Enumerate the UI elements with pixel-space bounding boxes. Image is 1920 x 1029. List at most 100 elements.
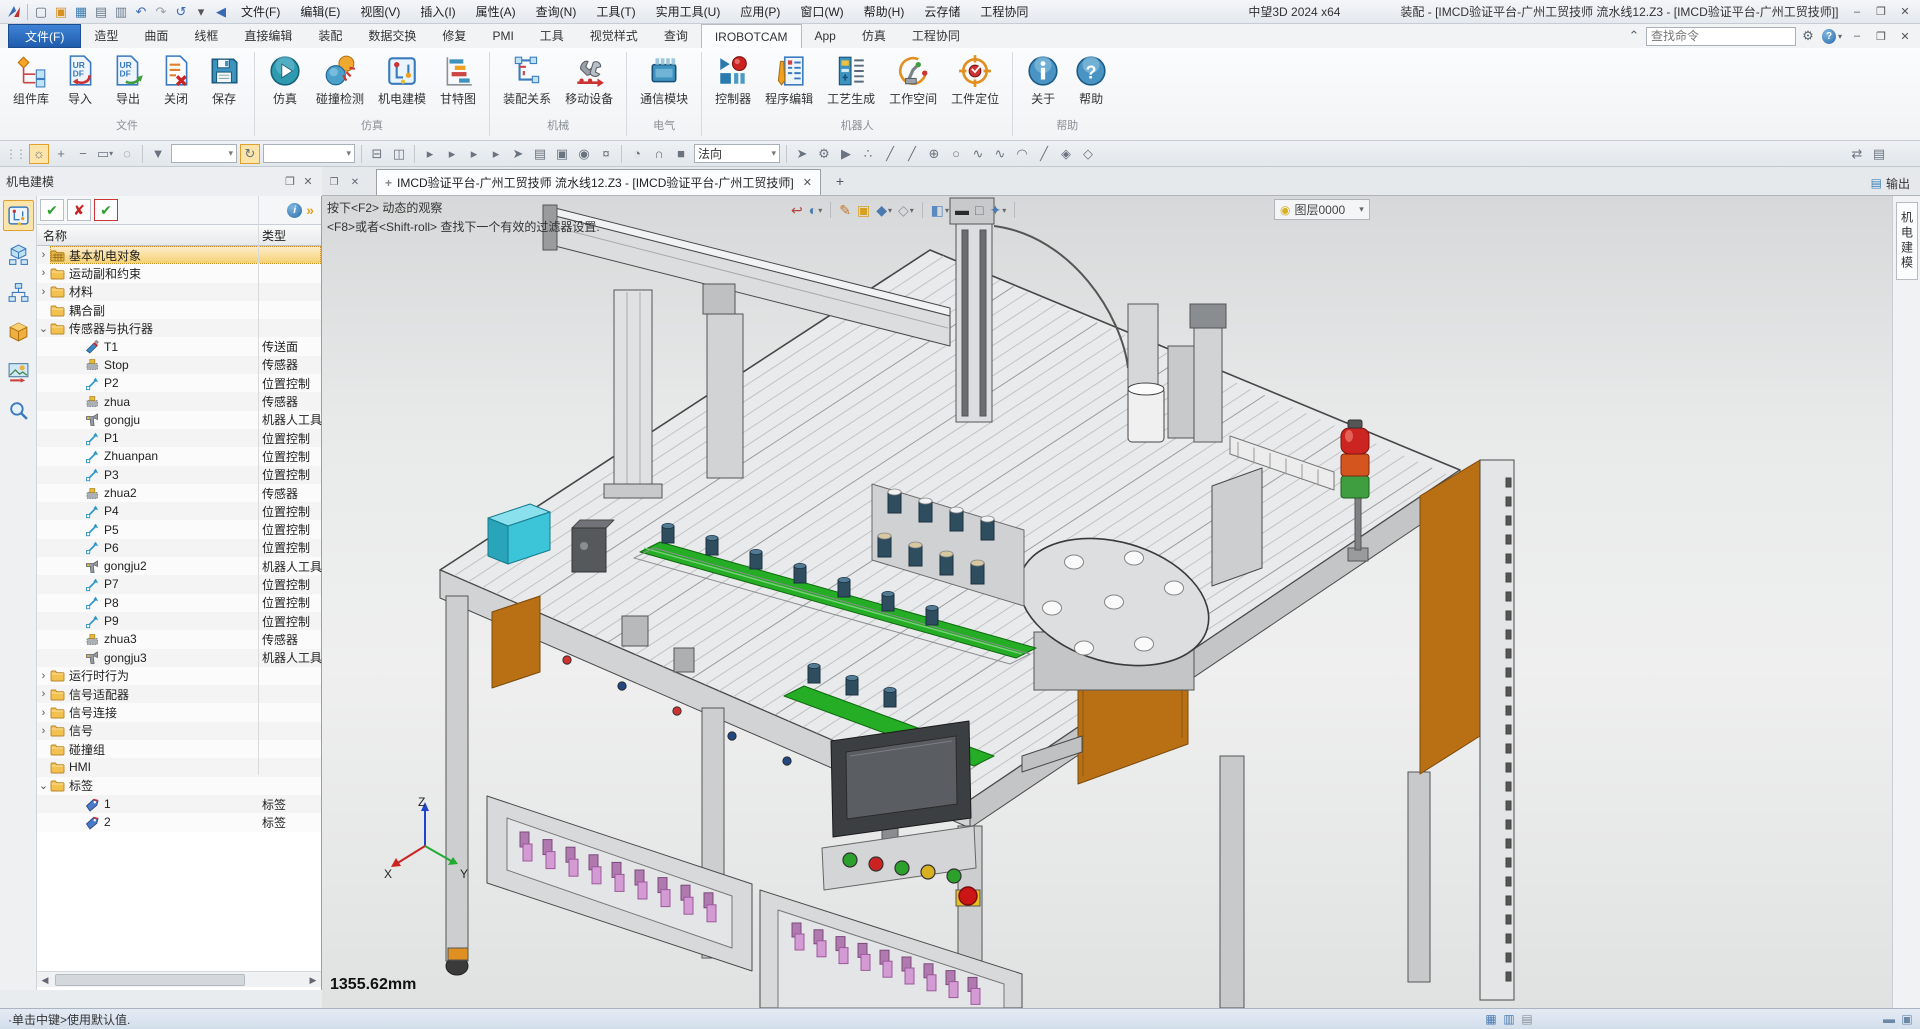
tab-线框[interactable]: 线框 <box>181 24 231 48</box>
menu-item-5[interactable]: 查询(N) <box>526 0 587 24</box>
dark-plane-icon[interactable]: ■ <box>671 144 691 164</box>
scroll-right-icon[interactable]: ▶ <box>305 973 321 987</box>
menu-item-10[interactable]: 帮助(H) <box>854 0 915 24</box>
arc-input-icon[interactable]: ◠ <box>1012 144 1032 164</box>
tree-row-Zhuanpan[interactable]: Zhuanpan位置控制 <box>37 447 321 465</box>
list-manager-icon[interactable]: ▤ <box>530 144 550 164</box>
tree-row-传感器与执行器[interactable]: ⌄传感器与执行器 <box>37 319 321 337</box>
save-file-icon[interactable]: ▦ <box>71 2 91 22</box>
regen-icon[interactable]: ↺ <box>171 2 191 22</box>
tab-工程协同[interactable]: 工程协同 <box>899 24 973 48</box>
工艺生成-button[interactable]: 工艺生成 <box>821 51 881 110</box>
toolbar-grip[interactable]: ⋮⋮ <box>5 147 25 161</box>
tree-row-运行时行为[interactable]: ›运行时行为 <box>37 667 321 685</box>
menu-item-11[interactable]: 云存储 <box>914 0 970 24</box>
close-button[interactable]: ✕ <box>1894 3 1916 21</box>
tree-row-P1[interactable]: P1位置控制 <box>37 429 321 447</box>
layout-grid-icon[interactable]: ▣ <box>1898 1012 1916 1026</box>
tree-row-gongju2[interactable]: gongju2机器人工具 <box>37 557 321 575</box>
search-input[interactable] <box>1651 29 1806 43</box>
组件库-button[interactable]: 组件库 <box>7 51 55 110</box>
tree-row-gongju[interactable]: gongju机器人工具 <box>37 411 321 429</box>
doc-panel-icon[interactable]: ▤ <box>1518 1012 1536 1026</box>
tab-视觉样式[interactable]: 视觉样式 <box>577 24 651 48</box>
gear-icon[interactable]: ⚙ <box>1798 26 1818 46</box>
帮助-button[interactable]: 帮助 <box>1068 51 1114 110</box>
ref-grid-icon[interactable]: ▦ <box>1482 1012 1500 1026</box>
expander-icon[interactable]: › <box>37 725 50 737</box>
保存-button[interactable]: 保存 <box>201 51 247 110</box>
float-panel-icon[interactable]: ❐ <box>282 174 298 190</box>
expander-icon[interactable]: › <box>37 249 50 261</box>
tab-PMI[interactable]: PMI <box>479 24 526 48</box>
highlight-pick-icon[interactable]: ☼ <box>29 144 49 164</box>
tree-row-P8[interactable]: P8位置控制 <box>37 594 321 612</box>
关闭-button[interactable]: 关闭 <box>153 51 199 110</box>
qat-more-icon[interactable]: ▾ <box>191 2 211 22</box>
移动设备-button[interactable]: 移动设备 <box>559 51 619 110</box>
expander-icon[interactable]: › <box>37 286 50 298</box>
visual-manager-icon[interactable] <box>3 317 34 348</box>
new-tab-button[interactable]: + <box>829 170 851 192</box>
tree-row-耦合副[interactable]: 耦合副 <box>37 301 321 319</box>
sketch-edit-icon[interactable]: ✎ <box>839 202 851 219</box>
normal-dropdown[interactable]: 法向▾ <box>694 144 780 163</box>
layer-visibility-icon[interactable]: ◉ <box>1280 203 1290 217</box>
导入-button[interactable]: 导入 <box>57 51 103 110</box>
expander-icon[interactable]: ⌄ <box>37 779 50 792</box>
line-input-icon[interactable]: ╱ <box>880 144 900 164</box>
close-panel-icon[interactable]: ✕ <box>300 174 316 190</box>
doc-restore-button[interactable]: ❐ <box>1870 27 1892 45</box>
curve-input-icon[interactable]: ∿ <box>990 144 1010 164</box>
menu-item-1[interactable]: 编辑(E) <box>290 0 350 24</box>
mechatronics-side-tab[interactable]: 机电建模 <box>1896 202 1918 280</box>
menu-item-6[interactable]: 工具(T) <box>586 0 645 24</box>
tree-row-zhua3[interactable]: zhua3传感器 <box>37 630 321 648</box>
layer-dropdown[interactable]: ◉ 图层0000 ▾ <box>1274 199 1370 220</box>
exit-view-icon[interactable]: ↩ <box>791 202 803 219</box>
机电建模-button[interactable]: 机电建模 <box>372 51 432 110</box>
doc-minimize-button[interactable]: – <box>1846 27 1868 45</box>
wireframe-display-icon[interactable]: ◇▾ <box>898 202 914 219</box>
lasso-pick-icon[interactable]: ◌ <box>117 144 137 164</box>
装配关系-button[interactable]: 装配关系 <box>497 51 557 110</box>
apply-keep-button[interactable]: ✔ <box>94 199 118 221</box>
tree-row-P9[interactable]: P9位置控制 <box>37 612 321 630</box>
column-type[interactable]: 类型 <box>258 227 286 244</box>
section-view-icon[interactable]: ◧▾ <box>931 202 949 219</box>
menu-item-8[interactable]: 应用(P) <box>730 0 790 24</box>
anchor-point-icon[interactable]: ¤ <box>596 144 616 164</box>
tab-close-icon[interactable]: ✕ <box>803 176 812 189</box>
print-icon[interactable]: ▤ <box>91 2 111 22</box>
apply-button[interactable]: ✔ <box>40 199 64 221</box>
tree-row-P4[interactable]: P4位置控制 <box>37 502 321 520</box>
view-style-icon[interactable]: ◐▾ <box>809 202 822 218</box>
pointer-icon[interactable]: ➤ <box>508 144 528 164</box>
3d-model-canvas[interactable] <box>322 196 1892 1008</box>
3d-viewport[interactable]: 按下<F2> 动态的观察<F8>或者<Shift-roll> 查找下一个有效的过… <box>322 196 1892 1008</box>
menu-item-2[interactable]: 视图(V) <box>350 0 410 24</box>
tree-row-P5[interactable]: P5位置控制 <box>37 520 321 538</box>
clamp-icon[interactable]: ∩ <box>649 144 669 164</box>
new-file-icon[interactable]: ▢ <box>31 2 51 22</box>
command-search-box[interactable] <box>1646 27 1796 46</box>
pattern-a-icon[interactable]: ◈ <box>1056 144 1076 164</box>
scrollbar-thumb[interactable] <box>55 974 245 986</box>
info-icon[interactable]: i <box>287 203 302 218</box>
redo-icon[interactable]: ↷ <box>151 2 171 22</box>
filter-dropdown[interactable]: ▾ <box>171 144 237 163</box>
match-props-icon[interactable]: ⊟ <box>367 144 387 164</box>
pick-all-icon[interactable]: ▸ <box>486 144 506 164</box>
tree-column-headers[interactable]: 名称 类型 <box>37 224 321 246</box>
doc-close-button[interactable]: ✕ <box>1894 27 1916 45</box>
open-file-icon[interactable]: ▣ <box>51 2 71 22</box>
tree-row-zhua2[interactable]: zhua2传感器 <box>37 484 321 502</box>
polyline-input-icon[interactable]: ╱ <box>902 144 922 164</box>
tree-row-P7[interactable]: P7位置控制 <box>37 575 321 593</box>
甘特图-button[interactable]: 甘特图 <box>434 51 482 110</box>
display-monitor-icon[interactable]: ▥ <box>1500 1012 1518 1026</box>
ref-plane-icon[interactable]: ▣ <box>857 202 870 219</box>
filter-icon[interactable]: ▼ <box>148 144 168 164</box>
expander-icon[interactable]: › <box>37 688 50 700</box>
smart-select-icon[interactable]: ⚙ <box>814 144 834 164</box>
